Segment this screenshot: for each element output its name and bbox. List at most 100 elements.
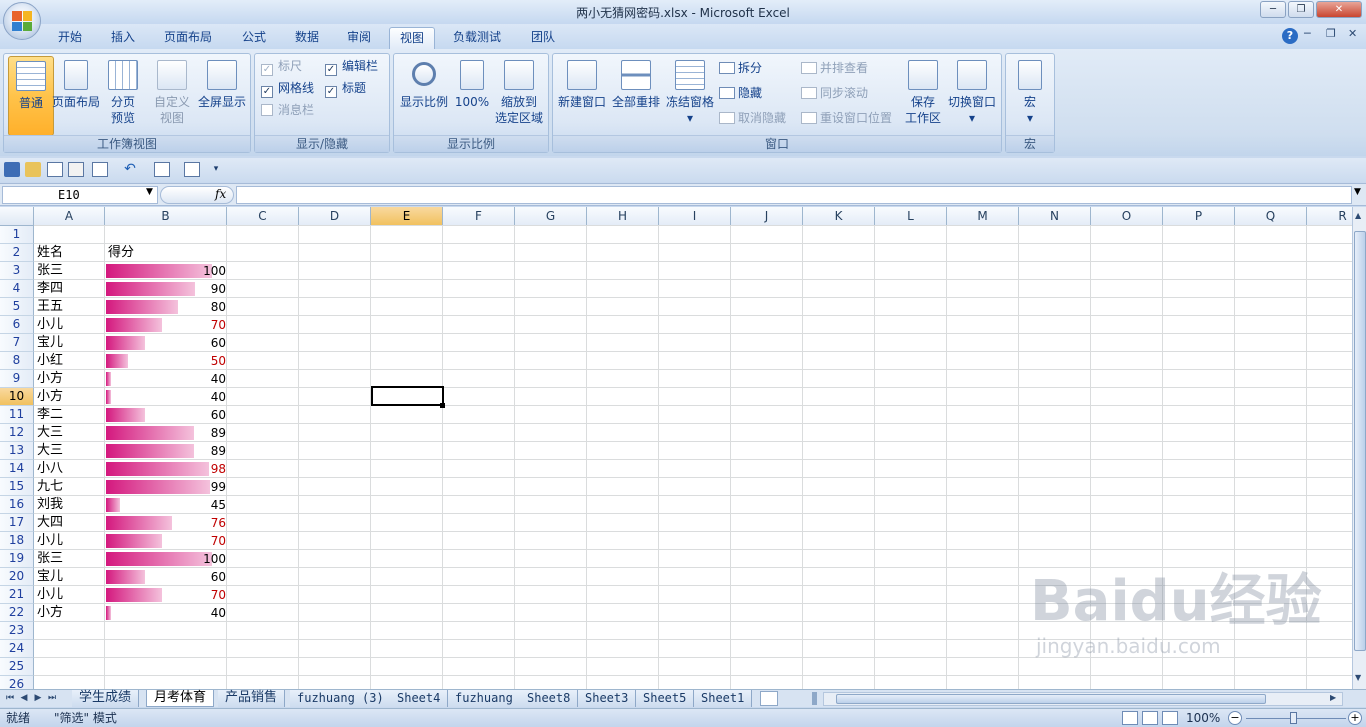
name-cell[interactable]: 小方	[35, 370, 65, 388]
score-cell[interactable]: 89	[106, 442, 228, 460]
name-cell[interactable]: 小儿	[35, 586, 65, 604]
reset-position-button[interactable]: 重设窗口位置	[801, 108, 892, 130]
score-cell[interactable]: 70	[106, 532, 228, 550]
expand-formula-bar-icon[interactable]: ▼	[1354, 187, 1361, 197]
score-cell[interactable]: 40	[106, 370, 228, 388]
score-cell[interactable]: 60	[106, 568, 228, 586]
name-cell[interactable]: 宝儿	[35, 568, 65, 586]
vertical-scroll-thumb[interactable]	[1354, 231, 1366, 651]
score-cell[interactable]: 76	[106, 514, 228, 532]
custom-views-button[interactable]: 自定义 视图	[150, 56, 194, 136]
macros-button[interactable]: 宏 ▾	[1008, 56, 1052, 136]
active-cell-cursor[interactable]	[371, 386, 444, 406]
score-cell[interactable]: 90	[106, 280, 228, 298]
customize-toolbar-icon[interactable]: ▾	[208, 162, 224, 177]
name-cell[interactable]: 小儿	[35, 316, 65, 334]
formula-bar-checkbox[interactable]: ✓ 编辑栏	[325, 57, 378, 77]
zoom-button[interactable]: 显示比例	[397, 56, 451, 136]
sheet-tab[interactable]: 月考体育	[146, 690, 215, 707]
normal-view-status-icon[interactable]	[1122, 711, 1138, 725]
score-cell[interactable]: 100	[106, 262, 228, 280]
restore-button[interactable]: ❐	[1288, 1, 1314, 18]
fx-icon[interactable]: fx	[215, 187, 226, 201]
score-cell[interactable]: 60	[106, 406, 228, 424]
tab-1[interactable]: 开始	[48, 27, 92, 49]
last-sheet-icon[interactable]: ⏭	[46, 692, 58, 705]
next-sheet-icon[interactable]: ▶	[32, 692, 44, 705]
zoom-out-icon[interactable]: −	[1228, 711, 1242, 725]
page-layout-view-button[interactable]: 页面布局	[51, 56, 101, 136]
page-break-status-icon[interactable]	[1162, 711, 1178, 725]
name-cell[interactable]: 大三	[35, 442, 65, 460]
gridlines-checkbox[interactable]: ✓ 网格线	[261, 79, 314, 99]
name-cell[interactable]: 张三	[35, 262, 65, 280]
scroll-down-icon[interactable]: ▼	[1355, 673, 1361, 682]
header-score-cell[interactable]: 得分	[106, 244, 136, 262]
score-cell[interactable]: 98	[106, 460, 228, 478]
close-button[interactable]: ✕	[1316, 1, 1362, 18]
score-cell[interactable]: 80	[106, 298, 228, 316]
tab-5[interactable]: 数据	[285, 27, 329, 49]
message-bar-checkbox[interactable]: 消息栏	[261, 101, 314, 121]
name-cell[interactable]: 大四	[35, 514, 65, 532]
score-cell[interactable]: 70	[106, 586, 228, 604]
first-sheet-icon[interactable]: ⏮	[4, 692, 16, 705]
ribbon-close-button[interactable]: ✕	[1348, 27, 1357, 40]
full-screen-button[interactable]: 全屏显示	[196, 56, 248, 136]
name-cell[interactable]: 李二	[35, 406, 65, 424]
new-window-button[interactable]: 新建窗口	[556, 56, 608, 136]
score-cell[interactable]: 99	[106, 478, 228, 496]
tab-3[interactable]: 页面布局	[154, 27, 222, 49]
score-cell[interactable]: 40	[106, 388, 228, 406]
help-icon[interactable]: ?	[1282, 28, 1298, 44]
save-icon[interactable]	[4, 162, 20, 177]
scroll-up-icon[interactable]: ▲	[1355, 211, 1361, 220]
print-preview-icon[interactable]	[47, 162, 63, 177]
fill-handle[interactable]	[440, 403, 445, 408]
header-name-cell[interactable]: 姓名	[35, 244, 65, 262]
sheet-tab[interactable]: Sheet5	[636, 690, 695, 707]
table-icon[interactable]	[92, 162, 108, 177]
sheet-tab[interactable]: Sheet1	[694, 690, 753, 707]
name-cell[interactable]: 宝儿	[35, 334, 65, 352]
sheet-tab[interactable]: fuzhuang	[448, 690, 521, 707]
ruler-checkbox[interactable]: ✓ 标尺	[261, 57, 302, 77]
score-cell[interactable]: 70	[106, 316, 228, 334]
ribbon-restore-button[interactable]: ❐	[1326, 27, 1336, 40]
page-break-preview-button[interactable]: 分页 预览	[102, 56, 144, 136]
sheet-tab[interactable]: fuzhuang (3)	[290, 690, 392, 707]
horizontal-scrollbar[interactable]: ▶	[823, 692, 1343, 706]
zoom-slider-thumb[interactable]	[1290, 712, 1297, 724]
formula-input[interactable]	[236, 186, 1352, 204]
switch-windows-button[interactable]: 切换窗口 ▾	[946, 56, 998, 136]
name-cell[interactable]: 张三	[35, 550, 65, 568]
tab-split-handle[interactable]	[812, 692, 817, 705]
name-box[interactable]: E10	[2, 186, 158, 204]
tab-9[interactable]: 团队	[521, 27, 565, 49]
sync-scroll-button[interactable]: 同步滚动	[801, 83, 868, 105]
tab-7[interactable]: 视图	[389, 27, 436, 49]
vertical-scrollbar[interactable]: ▲ ▼	[1352, 207, 1366, 689]
name-cell[interactable]: 小红	[35, 352, 65, 370]
office-button[interactable]	[3, 2, 41, 40]
name-cell[interactable]: 小儿	[35, 532, 65, 550]
name-cell[interactable]: 刘我	[35, 496, 65, 514]
minimize-button[interactable]: ─	[1260, 1, 1286, 18]
score-cell[interactable]: 89	[106, 424, 228, 442]
name-cell[interactable]: 王五	[35, 298, 65, 316]
sheet-tab[interactable]: 产品销售	[218, 690, 286, 707]
name-box-dropdown-icon[interactable]: ▼	[146, 187, 153, 197]
unhide-button[interactable]: 取消隐藏	[719, 108, 786, 130]
tab-4[interactable]: 公式	[232, 27, 276, 49]
arrange-all-button[interactable]: 全部重排	[610, 56, 662, 136]
format-painter-icon[interactable]	[68, 162, 84, 177]
horizontal-scroll-thumb[interactable]	[836, 694, 1266, 704]
freeze-panes-button[interactable]: 冻结窗格 ▾	[664, 56, 716, 136]
prev-sheet-icon[interactable]: ◀	[18, 692, 30, 705]
save-workspace-button[interactable]: 保存 工作区	[903, 56, 943, 136]
zoom-to-selection-button[interactable]: 缩放到 选定区域	[492, 56, 546, 136]
split-button[interactable]: 拆分	[719, 58, 762, 80]
name-cell[interactable]: 小方	[35, 604, 65, 622]
score-cell[interactable]: 50	[106, 352, 228, 370]
score-cell[interactable]: 40	[106, 604, 228, 622]
